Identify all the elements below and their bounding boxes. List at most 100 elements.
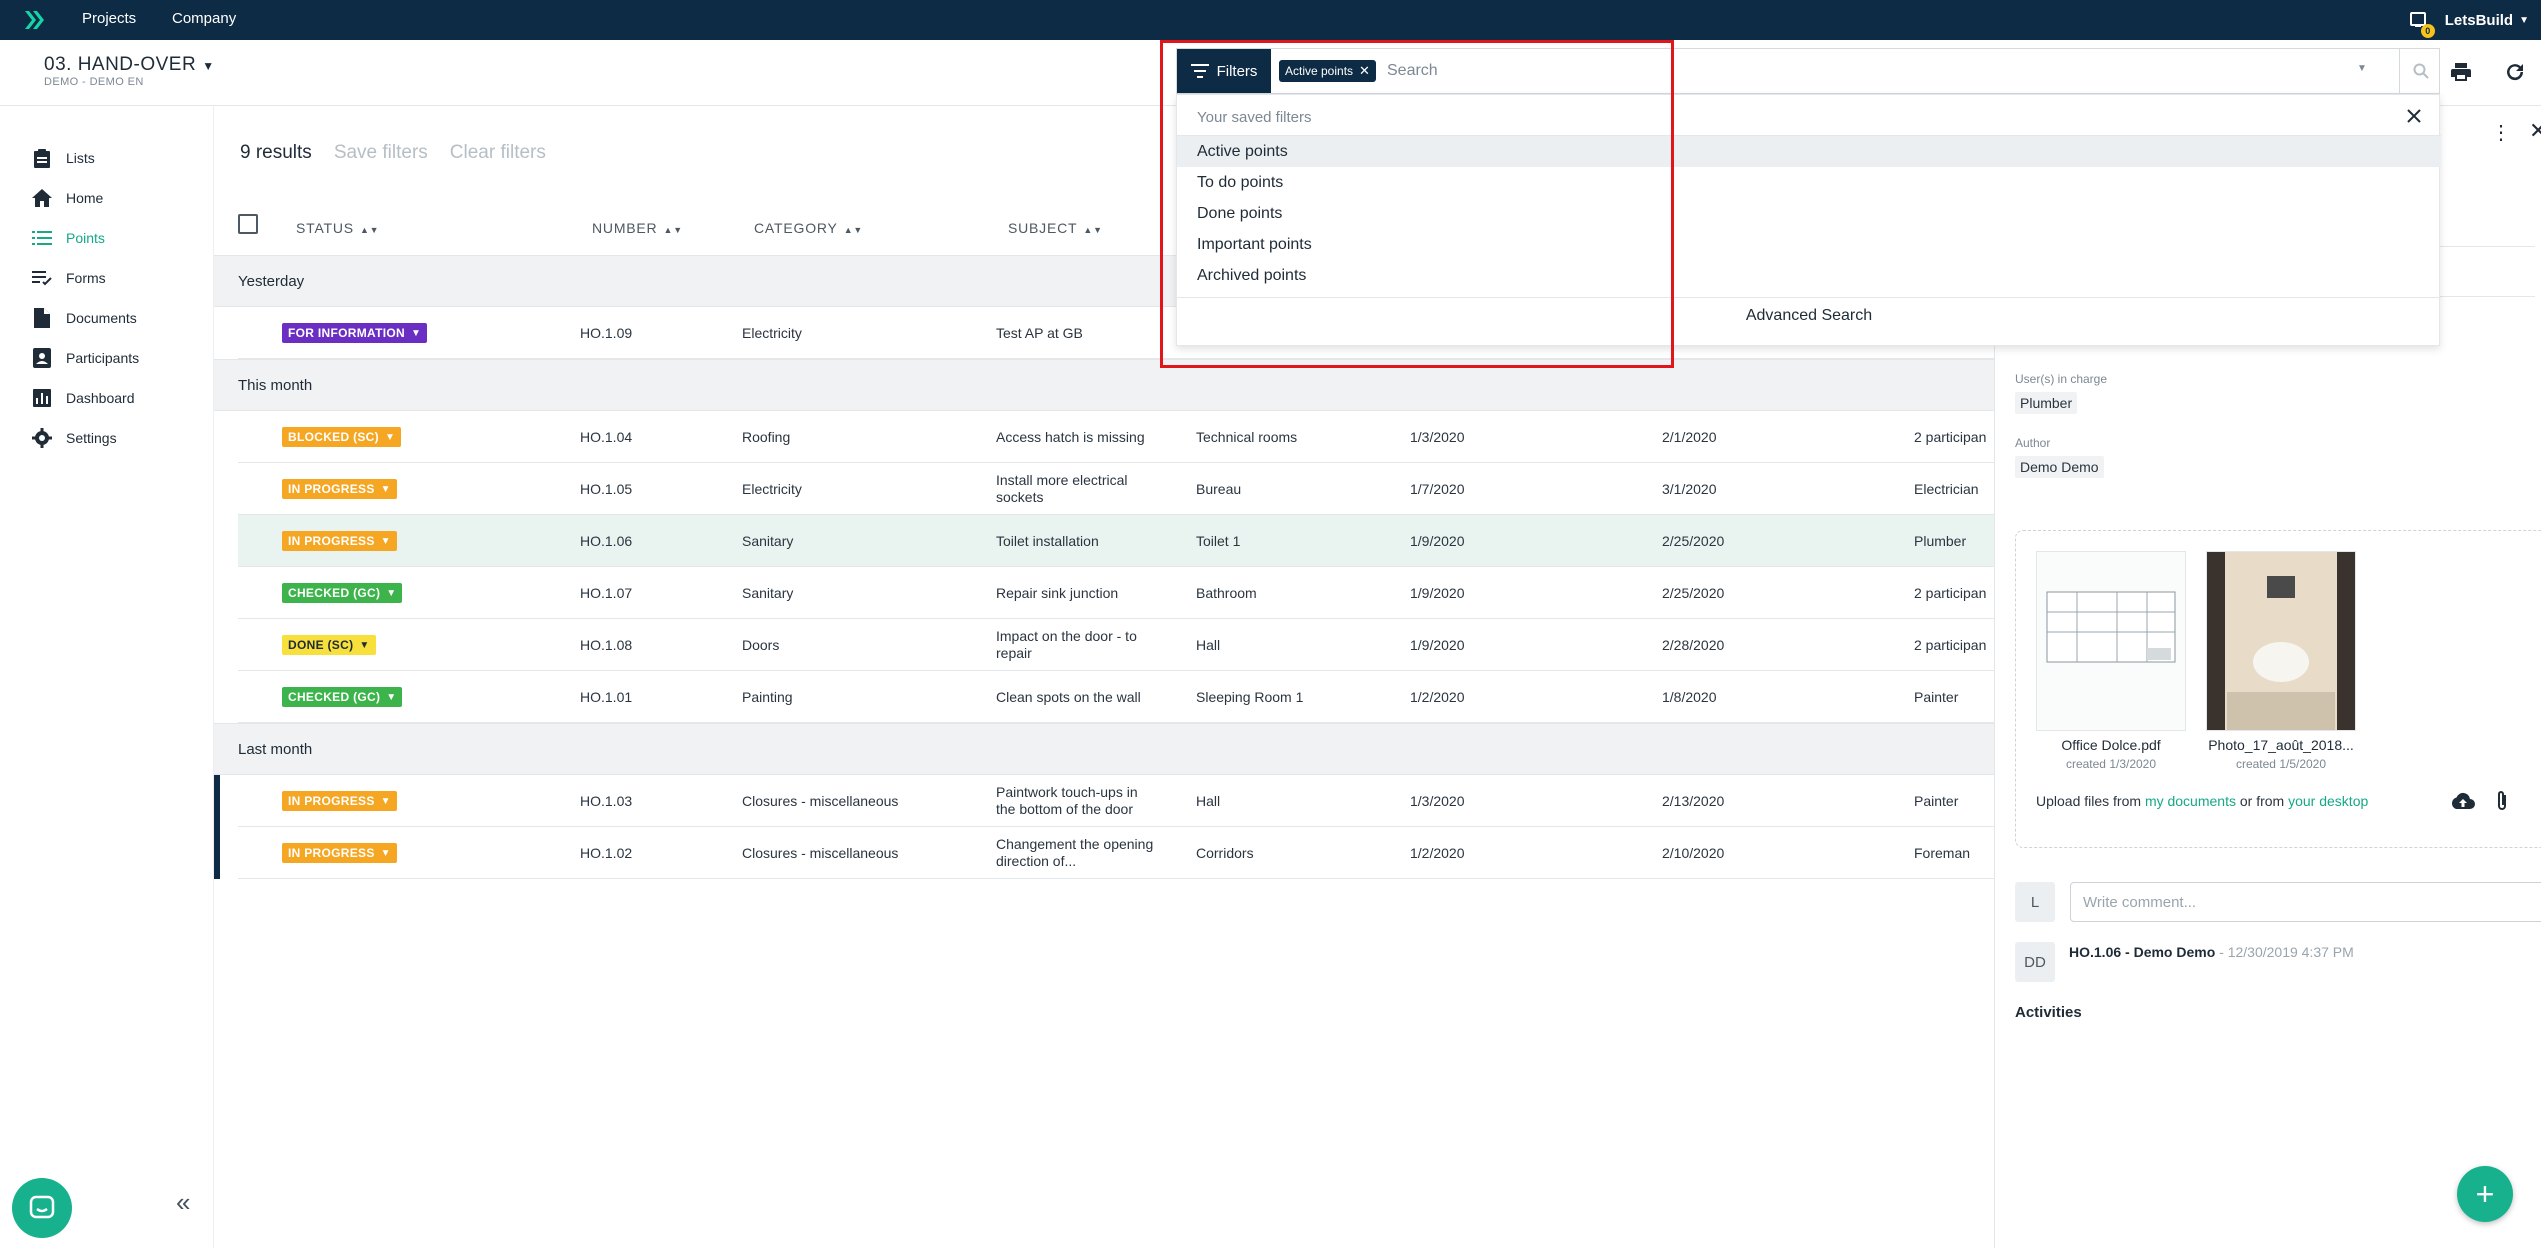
due-cell: 2/25/2020 [1662, 584, 1725, 601]
table-row[interactable]: BLOCKED (SC) ▼ HO.1.04 Roofing Access hatch … [238, 411, 1998, 463]
filters-button[interactable]: Filters [1177, 49, 1271, 93]
save-filters-button[interactable]: Save filters [334, 142, 428, 164]
nav-company[interactable]: Company [172, 10, 236, 27]
status-label: DONE (SC) [288, 637, 354, 652]
search-input[interactable] [1387, 53, 2287, 89]
status-cell: IN PROGRESS ▼ [282, 515, 397, 567]
refresh-icon[interactable] [2503, 60, 2527, 84]
sidebar-item-forms[interactable]: Forms [32, 266, 106, 290]
status-cell: IN PROGRESS ▼ [282, 463, 397, 515]
category-cell: Roofing [742, 428, 791, 445]
category-cell: Closures - miscellaneous [742, 844, 899, 861]
active-filter-chip[interactable]: Active points ✕ [1279, 60, 1376, 82]
due-cell: 3/1/2020 [1662, 480, 1717, 497]
saved-filter-archived-points[interactable]: Archived points [1177, 260, 2441, 291]
user-menu[interactable]: 0 LetsBuild ▼ [2409, 10, 2529, 38]
created-cell: 1/2/2020 [1410, 844, 1465, 861]
device-icon[interactable]: 0 [2409, 10, 2435, 38]
sidebar-item-points[interactable]: Points [32, 226, 105, 250]
paperclip-icon[interactable] [2494, 789, 2510, 813]
table-row[interactable]: CHECKED (GC) ▼ HO.1.07 Sanitary Repair sink … [238, 567, 1998, 619]
column-subject[interactable]: SUBJECT ▲▼ [1008, 220, 1103, 236]
clear-filters-button[interactable]: Clear filters [450, 142, 546, 164]
my-documents-link[interactable]: my documents [2145, 793, 2236, 809]
status-badge[interactable]: IN PROGRESS ▼ [282, 791, 397, 811]
sidebar-item-participants[interactable]: Participants [32, 346, 139, 370]
remove-filter-icon[interactable]: ✕ [1359, 63, 1370, 79]
your-desktop-link[interactable]: your desktop [2288, 793, 2368, 809]
filters-label: Filters [1216, 62, 1258, 80]
due-cell: 2/10/2020 [1662, 844, 1725, 861]
chat-button[interactable] [12, 1178, 72, 1238]
floor-plan-preview [2046, 591, 2176, 663]
sidebar-item-settings[interactable]: Settings [32, 426, 117, 450]
chevron-down-icon: ▼ [2519, 14, 2529, 26]
chevron-down-icon: ▼ [380, 847, 391, 859]
group-header: Last month [214, 723, 1994, 775]
upload-text: Upload files from [2036, 793, 2142, 809]
location-cell: Bathroom [1196, 584, 1257, 601]
cloud-upload-icon[interactable] [2450, 791, 2476, 811]
letsbuild-logo-icon[interactable] [22, 8, 46, 32]
status-badge[interactable]: IN PROGRESS ▼ [282, 479, 397, 499]
table-row[interactable]: CHECKED (GC) ▼ HO.1.01 Painting Clean spots … [238, 671, 1998, 723]
column-category[interactable]: CATEGORY ▲▼ [754, 220, 863, 236]
table-row[interactable]: IN PROGRESS ▼ HO.1.02 Closures - miscellane… [214, 827, 1998, 879]
user-in-charge-chip[interactable]: Plumber [2015, 392, 2078, 414]
sidebar-item-documents[interactable]: Documents [32, 306, 137, 330]
collapse-sidebar-icon[interactable]: « [176, 1187, 190, 1218]
more-options-icon[interactable]: ⋮ [2491, 120, 2511, 145]
status-badge[interactable]: CHECKED (GC) ▼ [282, 687, 403, 707]
status-badge[interactable]: DONE (SC) ▼ [282, 635, 376, 655]
file-name[interactable]: Photo_17_août_2018... [2196, 737, 2366, 753]
select-all-checkbox[interactable] [238, 214, 258, 234]
nav-projects[interactable]: Projects [82, 10, 136, 27]
status-badge[interactable]: CHECKED (GC) ▼ [282, 583, 403, 603]
assignee-cell: Electrician [1914, 480, 1979, 497]
sidebar-item-home[interactable]: Home [32, 186, 103, 210]
comment-input[interactable] [2070, 882, 2541, 922]
table-row[interactable]: IN PROGRESS ▼ HO.1.05 Electricity Install mo… [238, 463, 1998, 515]
column-number[interactable]: NUMBER ▲▼ [592, 220, 683, 236]
saved-filters-dropdown: Your saved filters Active points To do p… [1176, 94, 2441, 346]
file-name[interactable]: Office Dolce.pdf [2026, 737, 2196, 753]
sort-icon: ▲▼ [843, 225, 864, 235]
group-label: Last month [238, 741, 313, 758]
current-user-avatar: L [2015, 882, 2055, 922]
column-label: STATUS [296, 220, 354, 236]
status-badge[interactable]: IN PROGRESS ▼ [282, 531, 397, 551]
status-badge[interactable]: IN PROGRESS ▼ [282, 843, 397, 863]
location-cell: Hall [1196, 792, 1221, 809]
saved-filter-done-points[interactable]: Done points [1177, 198, 2441, 229]
table-row[interactable]: IN PROGRESS ▼ HO.1.03 Closures - miscellane… [214, 775, 1998, 827]
table-row[interactable]: DONE (SC) ▼ HO.1.08 Doors Impact on the door… [238, 619, 1998, 671]
print-icon[interactable] [2449, 60, 2473, 84]
history-title: HO.1.06 - Demo Demo [2069, 944, 2216, 960]
category-cell: Sanitary [742, 584, 794, 601]
sidebar-item-dashboard[interactable]: Dashboard [32, 386, 135, 410]
saved-filter-todo-points[interactable]: To do points [1177, 167, 2441, 198]
search-button[interactable] [2399, 49, 2441, 93]
group-header: This month [214, 359, 1994, 411]
table-row[interactable]: IN PROGRESS ▼ HO.1.06 Sanitary Toilet instal… [238, 515, 1998, 567]
add-button[interactable]: + [2457, 1166, 2513, 1222]
file-thumbnail[interactable] [2036, 551, 2186, 731]
chevron-down-icon[interactable]: ▼ [2357, 63, 2367, 74]
status-badge[interactable]: FOR INFORMATION ▼ [282, 323, 428, 343]
sidebar: Lists Home Points Forms Documents Partic… [0, 106, 214, 1248]
close-icon[interactable] [2403, 105, 2425, 127]
chat-icon [29, 1195, 55, 1219]
saved-filter-important-points[interactable]: Important points [1177, 229, 2441, 260]
number-cell: HO.1.02 [580, 844, 633, 861]
sidebar-item-lists[interactable]: Lists [32, 146, 95, 170]
column-status[interactable]: STATUS ▲▼ [296, 220, 379, 236]
advanced-search-button[interactable]: Advanced Search [1177, 307, 2441, 325]
photo-thumbnail[interactable] [2206, 551, 2356, 731]
attachments-dropzone[interactable]: Office Dolce.pdf created 1/3/2020 Photo_… [2015, 530, 2541, 848]
row-flag-marker [214, 827, 220, 879]
saved-filter-active-points[interactable]: Active points [1177, 136, 2441, 167]
status-badge[interactable]: BLOCKED (SC) ▼ [282, 427, 402, 447]
subject-cell: Access hatch is missing [996, 428, 1145, 445]
close-icon[interactable]: ✕ [2529, 118, 2541, 144]
project-selector[interactable]: 03. HAND-OVER ▼ [44, 54, 215, 76]
